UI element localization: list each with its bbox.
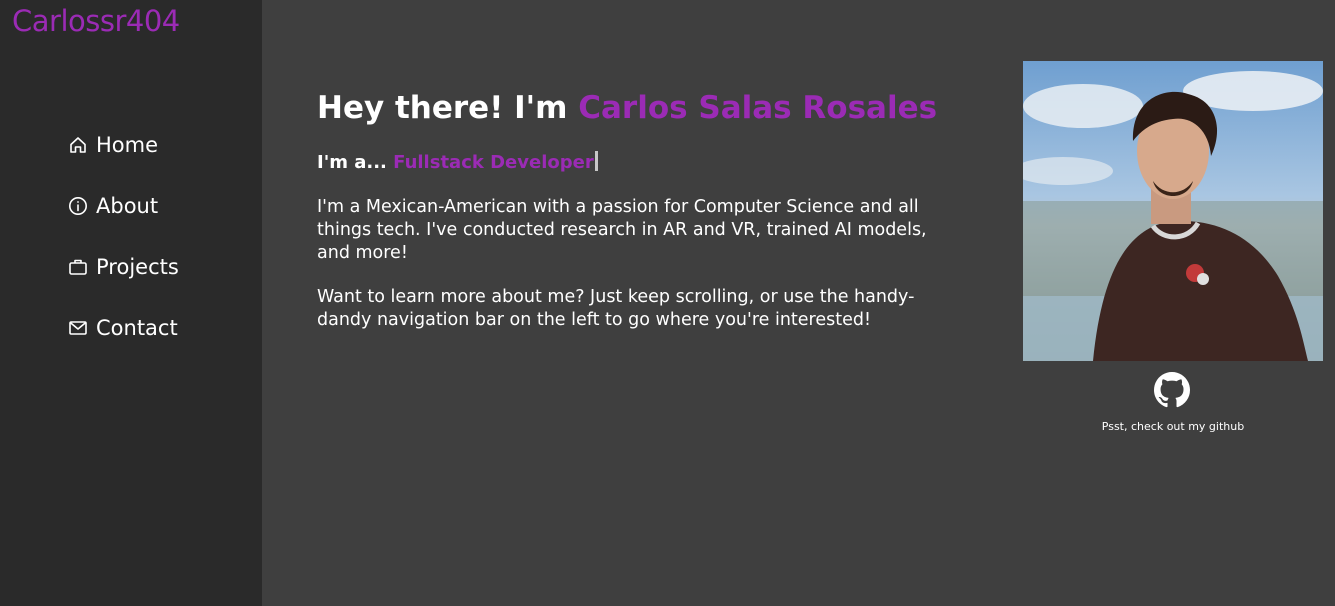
github-link[interactable] [1154,372,1190,408]
hero-headline: Hey there! I'm Carlos Salas Rosales [317,88,937,128]
brand-logo[interactable]: Carlossr404 [12,4,180,38]
nav-label-contact: Contact [96,315,178,340]
github-caption: Psst, check out my github [1101,420,1245,433]
profile-photo-illustration [1023,61,1323,361]
navigation-hint-paragraph: Want to learn more about me? Just keep s… [317,287,915,330]
mail-icon [69,320,87,335]
nav-item-projects[interactable]: Projects [68,236,179,297]
intro-paragraph: I'm a Mexican-American with a passion fo… [317,197,927,263]
hero-role-line: I'm a... Fullstack Developer [317,150,937,176]
nav-label-home: Home [96,132,159,157]
profile-photo [1023,61,1323,361]
hero-section: Hey there! I'm Carlos Salas Rosales I'm … [317,88,937,350]
nav-item-contact[interactable]: Contact [68,297,179,358]
home-icon [70,136,86,153]
hero-name: Carlos Salas Rosales [578,90,938,126]
sidebar-nav: Home About Projects Contact [68,114,179,358]
nav-label-projects: Projects [96,254,179,279]
role-typed-text: Fullstack Developer [393,152,594,173]
info-icon [69,196,87,215]
briefcase-icon [69,259,87,275]
nav-label-about: About [96,193,159,218]
hero-greeting: Hey there! I'm [317,90,568,126]
typing-cursor [594,151,598,171]
nav-item-home[interactable]: Home [68,114,179,175]
github-icon [1154,372,1190,408]
nav-item-about[interactable]: About [68,175,179,236]
sidebar: Carlossr404 Home About Projects Contact [0,0,262,606]
role-prefix: I'm a... [317,152,387,173]
